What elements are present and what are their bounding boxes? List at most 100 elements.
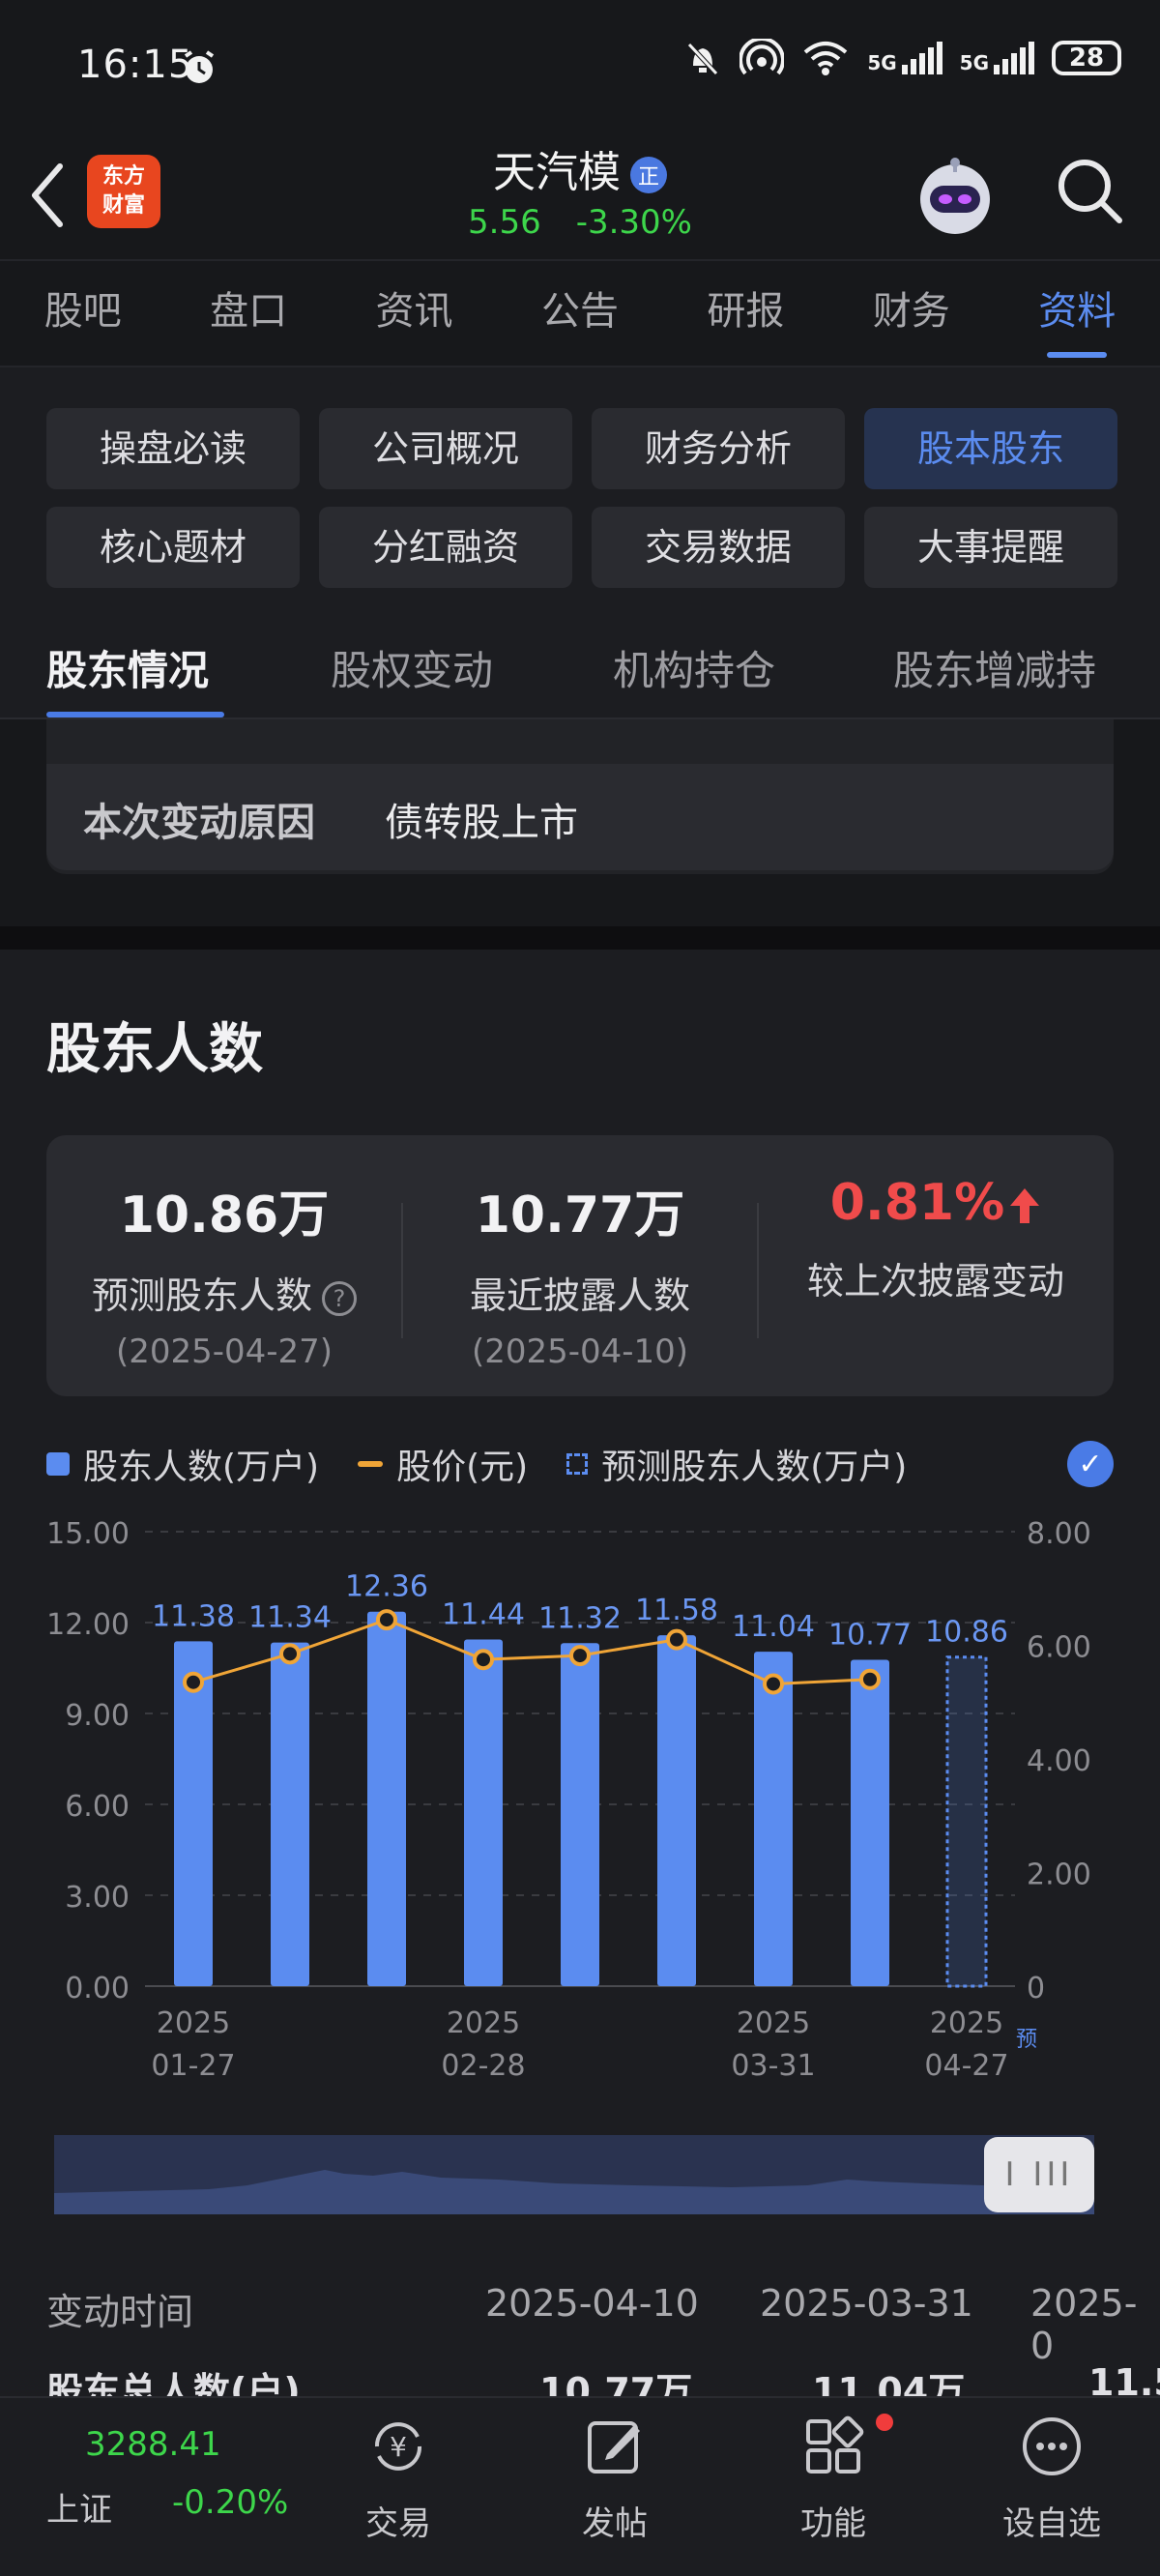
- legend-holders[interactable]: 股东人数(万户): [46, 1439, 319, 1489]
- nav-functions[interactable]: 功能: [746, 2414, 920, 2544]
- bar-value-label: 11.32: [538, 1601, 622, 1635]
- tab-news[interactable]: 资讯: [332, 261, 497, 366]
- chip-trading-guide[interactable]: 操盘必读: [46, 408, 300, 489]
- svg-text:¥: ¥: [390, 2431, 407, 2463]
- x-tick-date: 03-31: [731, 2049, 815, 2083]
- chip-dividends-financing[interactable]: 分红融资: [319, 507, 572, 588]
- tab-holder-status[interactable]: 股东情况: [46, 638, 209, 697]
- holder-count-bar: [174, 1641, 213, 1986]
- check-icon[interactable]: ✓: [1067, 1441, 1114, 1487]
- chip-trading-data[interactable]: 交易数据: [592, 507, 845, 588]
- notification-dot: [876, 2414, 893, 2431]
- legend-dashed-swatch: [566, 1453, 589, 1475]
- section-divider: [0, 926, 1160, 950]
- tab-profile[interactable]: 资料: [995, 261, 1160, 366]
- network-label-2: 5G: [959, 51, 989, 74]
- y-right-tick-label: 0: [1027, 1972, 1045, 2005]
- table-header-col1: 2025-04-10: [485, 2282, 699, 2325]
- status-bar: 16:15 5G 5G 28: [0, 0, 1160, 135]
- holder-count-bar: [367, 1611, 406, 1986]
- price-point: [183, 1671, 204, 1693]
- x-tick-date: 01-27: [151, 2049, 235, 2083]
- nav-trade[interactable]: ¥ 交易: [311, 2414, 485, 2544]
- stat-latest-value: 10.77万: [475, 1186, 685, 1244]
- tab-finance[interactable]: 财务: [828, 261, 994, 366]
- y-left-tick-label: 15.00: [46, 1517, 130, 1551]
- index-value[interactable]: 3288.41: [85, 2425, 221, 2464]
- mute-bell-icon: [687, 43, 719, 75]
- y-left-tick-label: 12.00: [46, 1608, 130, 1642]
- battery-indicator: 28: [1052, 41, 1121, 75]
- index-change[interactable]: -0.20%: [172, 2483, 288, 2522]
- trade-icon: ¥: [374, 2422, 422, 2471]
- nav-post[interactable]: 发帖: [528, 2414, 702, 2544]
- x-tick-year: 2025: [447, 2006, 520, 2040]
- chip-shares-holders[interactable]: 股本股东: [864, 408, 1117, 489]
- section-tab-bar: 股东情况 股权变动 机构持仓 股东增减持: [0, 600, 1160, 719]
- tab-guba[interactable]: 股吧: [0, 261, 165, 366]
- arrow-up-icon: [1010, 1188, 1040, 1223]
- shareholder-count-section: 股东人数 10.86万 预测股东人数? (2025-04-27) 10.77万 …: [0, 950, 1160, 2413]
- y-right-tick-label: 8.00: [1027, 1517, 1091, 1551]
- range-slider-handle[interactable]: I III: [984, 2137, 1094, 2212]
- price-point: [473, 1649, 494, 1671]
- tab-holder-changes[interactable]: 股东增减持: [893, 638, 1096, 697]
- tab-pankou[interactable]: 盘口: [165, 261, 331, 366]
- chart-legend: 股东人数(万户) 股价(元) 预测股东人数(万户) ✓: [46, 1435, 1114, 1493]
- forecast-mark: 预: [1016, 2028, 1037, 2052]
- legend-price[interactable]: 股价(元): [358, 1439, 528, 1489]
- main-tab-bar: 股吧 盘口 资讯 公告 研报 财务 资料: [0, 259, 1160, 367]
- bar-value-label: 10.86: [925, 1616, 1008, 1650]
- tab-equity-changes[interactable]: 股权变动: [331, 638, 493, 697]
- bar-value-label: 12.36: [345, 1570, 428, 1604]
- network-label-1: 5G: [867, 51, 897, 74]
- robot-assistant-icon[interactable]: [909, 151, 1001, 244]
- chip-financial-analysis[interactable]: 财务分析: [592, 408, 845, 489]
- change-reason-value: 债转股上市: [385, 801, 578, 845]
- index-name[interactable]: 上证: [46, 2483, 112, 2531]
- y-right-tick-label: 4.00: [1027, 1744, 1091, 1778]
- stat-latest-date: (2025-04-10): [471, 1332, 689, 1371]
- stock-price: 5.56: [468, 203, 541, 242]
- signal-1-icon: 5G: [867, 42, 942, 74]
- search-icon[interactable]: [1052, 153, 1129, 230]
- holder-count-bar: [271, 1642, 309, 1986]
- active-tab-indicator: [46, 712, 224, 717]
- tab-research[interactable]: 研报: [663, 261, 828, 366]
- tab-institutional-holdings[interactable]: 机构持仓: [613, 638, 775, 697]
- wifi-icon: [804, 42, 848, 75]
- range-sparkline: [54, 2170, 1094, 2214]
- alarm-icon: [184, 50, 215, 83]
- stock-name: 天汽模: [493, 148, 621, 197]
- profile-submenu: 操盘必读 公司概况 财务分析 股本股东 核心题材 分红融资 交易数据 大事提醒: [0, 367, 1160, 600]
- help-icon[interactable]: ?: [322, 1280, 357, 1316]
- stock-header: 东方 财富 天汽模正 5.56 -3.30%: [0, 135, 1160, 259]
- holder-count-bar: [464, 1639, 503, 1986]
- range-slider-track[interactable]: [54, 2135, 1094, 2214]
- nav-trade-label: 交易: [365, 2504, 431, 2543]
- legend-forecast[interactable]: 预测股东人数(万户): [566, 1439, 907, 1489]
- y-right-tick-label: 6.00: [1027, 1631, 1091, 1665]
- hotspot-icon: [740, 39, 785, 75]
- nav-functions-label: 功能: [800, 2504, 866, 2543]
- tab-announcements[interactable]: 公告: [497, 261, 662, 366]
- stat-change: 0.81% 较上次披露变动: [758, 1174, 1114, 1304]
- nav-watchlist-label: 设自选: [1002, 2504, 1101, 2543]
- nav-watchlist[interactable]: 设自选: [965, 2414, 1139, 2544]
- bar-value-label: 11.44: [442, 1598, 525, 1632]
- y-left-tick-label: 3.00: [65, 1881, 130, 1915]
- chip-company-overview[interactable]: 公司概况: [319, 408, 572, 489]
- status-time: 16:15: [77, 43, 194, 87]
- price-point: [279, 1643, 301, 1665]
- stat-forecast: 10.86万 预测股东人数? (2025-04-27): [46, 1174, 402, 1371]
- grid-icon: [806, 2415, 864, 2474]
- table-header-col2: 2025-03-31: [760, 2282, 973, 2325]
- chip-core-themes[interactable]: 核心题材: [46, 507, 300, 588]
- price-point: [859, 1668, 881, 1690]
- chip-event-reminders[interactable]: 大事提醒: [864, 507, 1117, 588]
- forecast-bar: [945, 1655, 988, 1988]
- bar-value-label: 11.38: [152, 1599, 235, 1633]
- stats-card: 10.86万 预测股东人数? (2025-04-27) 10.77万 最近披露人…: [46, 1135, 1114, 1396]
- stat-change-value: 0.81%: [829, 1174, 1005, 1232]
- nav-post-label: 发帖: [582, 2504, 648, 2543]
